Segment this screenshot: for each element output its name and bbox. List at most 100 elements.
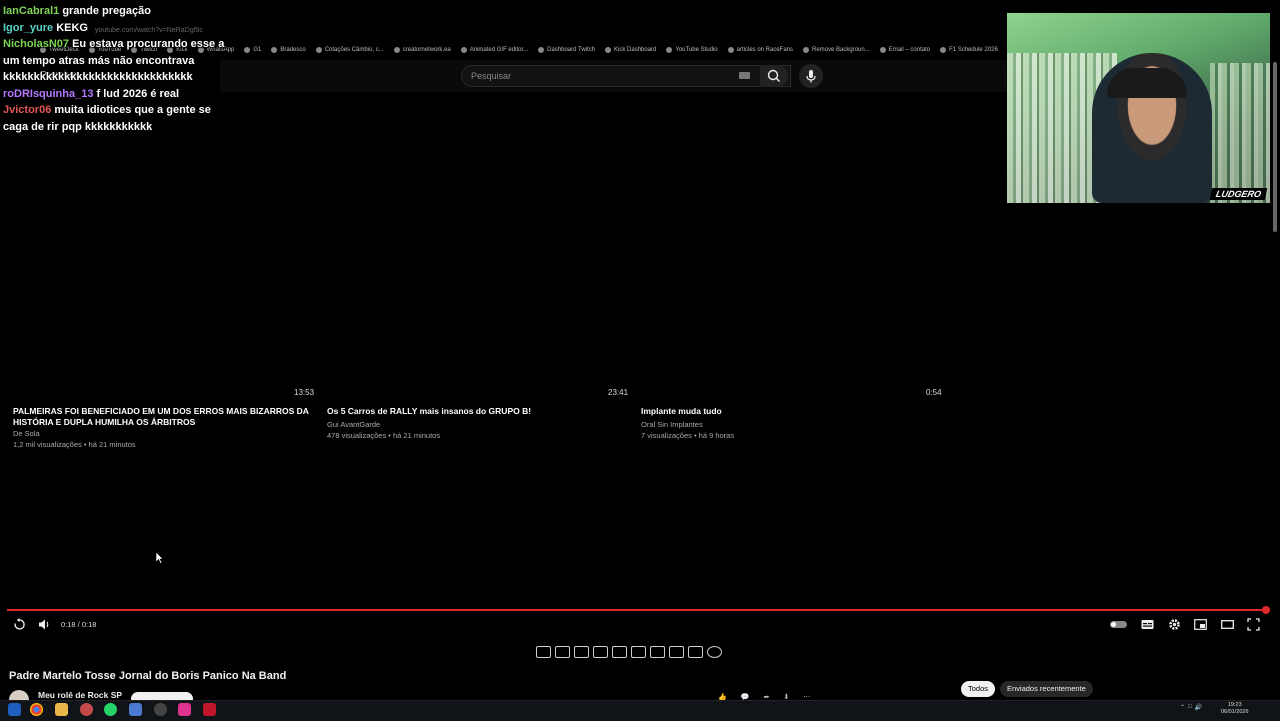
bookmark-label: Dashboard Twitch xyxy=(547,47,596,53)
miniplayer-button[interactable] xyxy=(1193,617,1207,631)
bookmark-item[interactable]: creatornetwork.ea xyxy=(393,44,451,56)
end-screen-card[interactable]: PALMEIRAS FOI BENEFICIADO EM UM DOS ERRO… xyxy=(13,406,313,450)
bookmark-label: Email – contato xyxy=(888,47,931,53)
autoplay-toggle[interactable] xyxy=(1110,621,1127,628)
card-channel[interactable]: Gui AvantGarde xyxy=(327,419,627,430)
card-meta: 1,2 mil visualizações • há 21 minutos xyxy=(13,440,136,449)
taskbar xyxy=(0,700,1280,721)
chat-text: KEKG xyxy=(56,21,88,34)
cinema-icon[interactable] xyxy=(631,646,646,658)
card-channel[interactable]: Oral Sin Implantes xyxy=(641,419,941,430)
bookmark-favicon-icon xyxy=(393,47,400,53)
app-icon[interactable] xyxy=(129,703,142,716)
search-icon xyxy=(767,69,780,82)
bookmark-favicon-icon xyxy=(315,47,322,53)
folder-icon[interactable] xyxy=(55,703,68,716)
progress-bar[interactable] xyxy=(7,609,1267,611)
card-title[interactable]: Os 5 Carros de RALLY mais insanos do GRU… xyxy=(327,406,627,417)
speaker-icon[interactable]: 🔊 xyxy=(1195,704,1202,711)
filter-icon[interactable] xyxy=(574,646,589,658)
card-meta: 7 visualizações • há 9 horas xyxy=(641,431,735,440)
chat-username: roDRIsquinha_13 xyxy=(3,87,94,100)
windows-start-icon[interactable] xyxy=(8,703,21,716)
bookmark-favicon-icon xyxy=(940,47,947,53)
bookmark-item[interactable]: Kick Dashboard xyxy=(605,44,656,56)
chip-all[interactable]: Todos xyxy=(961,681,996,697)
bookmark-label: F1 Schedule 2026 xyxy=(949,47,998,53)
screenshot-icon[interactable] xyxy=(688,646,703,658)
card-title[interactable]: PALMEIRAS FOI BENEFICIADO EM UM DOS ERRO… xyxy=(13,406,313,428)
video-duration: 13:53 xyxy=(294,388,315,397)
bookmark-item[interactable]: F1 Schedule 2026 xyxy=(940,44,998,56)
app-icon[interactable] xyxy=(203,703,216,716)
loop-icon[interactable] xyxy=(536,646,551,658)
mouse-cursor-icon xyxy=(156,552,164,564)
chat-message: Jvictor06 muita idiotices que a gente se… xyxy=(3,102,233,135)
add-frame-icon[interactable] xyxy=(669,646,684,658)
clock-time: 19:23 xyxy=(1227,702,1242,708)
volume-icon xyxy=(38,619,48,629)
subtitles-button[interactable] xyxy=(1140,617,1154,631)
bookmark-favicon-icon xyxy=(803,47,810,53)
extension-toolbar xyxy=(536,642,736,662)
fullscreen-button[interactable] xyxy=(1246,617,1260,631)
gear-icon[interactable] xyxy=(707,646,722,658)
webcam-logo: LUDGERO xyxy=(1209,188,1268,200)
network-icon[interactable]: □ xyxy=(1188,704,1192,711)
settings-button[interactable] xyxy=(1167,617,1181,631)
page-scrollbar[interactable] xyxy=(1273,62,1277,232)
card-title[interactable]: Implante muda tudo xyxy=(641,406,941,417)
whatsapp-icon[interactable] xyxy=(104,703,117,716)
app-icon[interactable] xyxy=(80,703,93,716)
bookmark-item[interactable]: articles on RaceFans xyxy=(727,44,793,56)
video-title: Padre Martelo Tosse Jornal do Boris Pani… xyxy=(9,670,287,682)
chrome-icon[interactable] xyxy=(30,703,43,716)
bookmark-item[interactable]: Cotações Câmbio, c... xyxy=(315,44,384,56)
chevron-up-icon[interactable]: ⌃ xyxy=(1180,704,1185,711)
calendar-icon[interactable] xyxy=(593,646,608,658)
replay-button[interactable] xyxy=(12,617,26,631)
app-icon[interactable] xyxy=(178,703,191,716)
taskbar-clock[interactable]: 19:23 06/01/2026 xyxy=(1221,702,1249,716)
bookmark-item[interactable]: Remove Backgroun... xyxy=(803,44,870,56)
theater-icon xyxy=(1220,619,1234,629)
settings-icon xyxy=(1168,618,1180,630)
bookmark-item[interactable]: YouTube Studio xyxy=(666,44,718,56)
chip-recently-uploaded[interactable]: Enviados recentemente xyxy=(1000,681,1093,697)
bookmark-item[interactable]: Email – contato xyxy=(879,44,931,56)
chat-text: grande pregação xyxy=(62,5,151,17)
bookmark-favicon-icon xyxy=(538,47,545,53)
volume-button[interactable] xyxy=(37,617,51,631)
picture-in-picture-icon[interactable] xyxy=(612,646,627,658)
end-screen-card[interactable]: Implante muda tudo Oral Sin Implantes 7 … xyxy=(641,406,941,441)
system-tray[interactable]: ⌃ □ 🔊 xyxy=(1180,704,1202,711)
keyboard-icon[interactable] xyxy=(739,72,750,79)
chat-username: Jvictor06 xyxy=(3,104,52,116)
bookmark-label: creatornetwork.ea xyxy=(402,47,451,53)
search-button[interactable] xyxy=(760,65,788,87)
bookmark-favicon-icon xyxy=(271,47,278,53)
theater-mode-button[interactable] xyxy=(1220,617,1234,631)
bookmark-label: G1 xyxy=(253,47,262,53)
bookshelf xyxy=(1210,63,1270,203)
obs-icon[interactable] xyxy=(154,703,167,716)
bookmark-item[interactable]: Dashboard Twitch xyxy=(538,44,595,56)
bookmark-item[interactable]: Bradesco xyxy=(271,44,306,56)
speed-icon[interactable] xyxy=(650,646,665,658)
bookmark-label: YouTube Studio xyxy=(675,47,718,53)
end-screen-card[interactable]: Os 5 Carros de RALLY mais insanos do GRU… xyxy=(327,406,627,441)
webcam-overlay: LUDGERO xyxy=(1007,13,1270,203)
chat-username: NicholasN07 xyxy=(3,38,70,50)
chat-username: IanCabral1 xyxy=(3,5,60,17)
channel-name[interactable]: Meu rolê de Rock SP xyxy=(38,690,122,700)
bookmark-item[interactable]: G1 xyxy=(244,44,261,56)
bookmark-item[interactable]: Animated GIF editor... xyxy=(460,44,528,56)
bookmark-favicon-icon xyxy=(605,47,612,53)
card-channel[interactable]: De Sola xyxy=(13,428,313,439)
progress-scrubber[interactable] xyxy=(1262,606,1270,614)
audio-icon[interactable] xyxy=(555,646,570,658)
video-duration: 0:54 xyxy=(926,388,942,397)
clock-date: 06/01/2026 xyxy=(1221,709,1249,715)
voice-search-button[interactable] xyxy=(799,64,823,88)
chat-message: NicholasN07 Eu estava procurando esse a … xyxy=(3,36,233,86)
